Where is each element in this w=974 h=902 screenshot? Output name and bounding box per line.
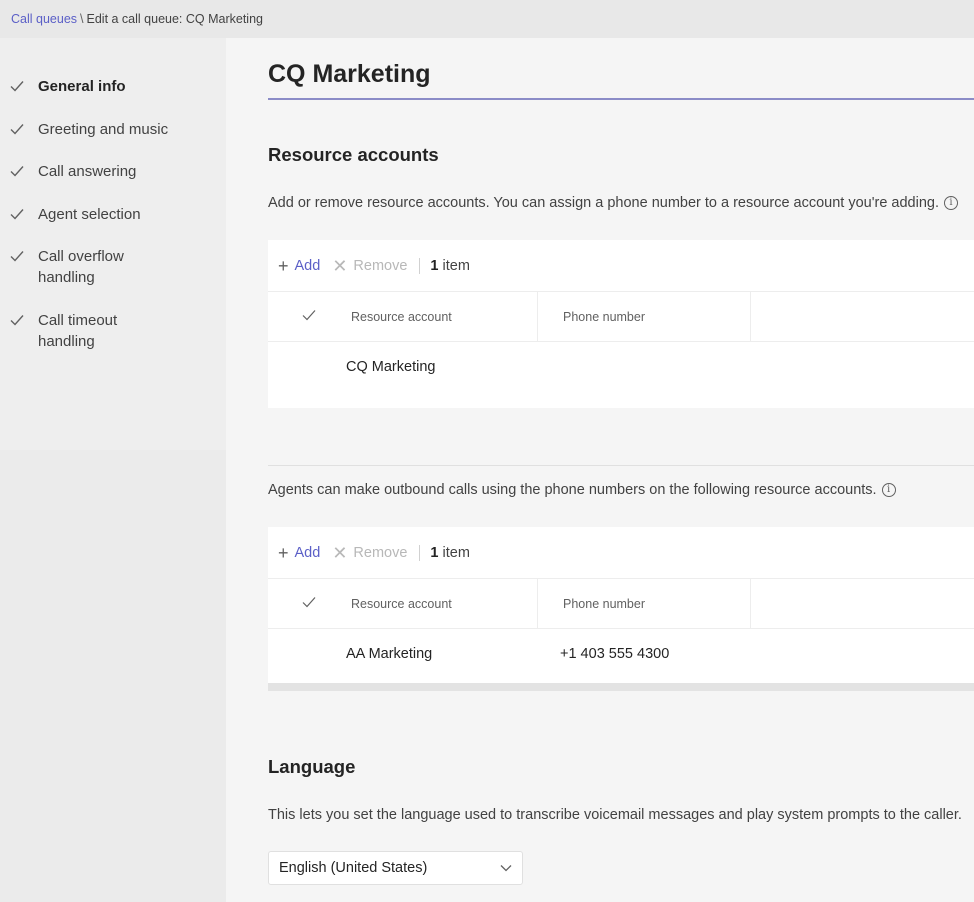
item-count-number: 1: [430, 257, 439, 274]
add-outbound-account-button[interactable]: + Add: [278, 544, 320, 562]
close-icon: ✕: [332, 542, 348, 563]
check-icon: [0, 204, 38, 220]
main-content: CQ Marketing Resource accounts Add or re…: [226, 38, 974, 902]
table-header: Resource account Phone number: [268, 579, 974, 629]
add-label: Add: [294, 257, 321, 274]
resource-accounts-table: + Add ✕ Remove 1 item Resource account P…: [268, 240, 974, 408]
sidebar-item-label: Call answering: [38, 163, 137, 180]
cell-phone-number: +1 403 555 4300: [560, 646, 670, 662]
plus-icon: +: [278, 542, 289, 563]
title-underline: [268, 98, 974, 100]
sidebar-item-call-timeout-handling[interactable]: Call timeout handling: [0, 310, 226, 352]
breadcrumb-current: Edit a call queue: CQ Marketing: [86, 12, 263, 26]
add-resource-account-button[interactable]: + Add: [278, 257, 320, 275]
column-header-phone-number[interactable]: Phone number: [563, 597, 645, 611]
check-icon: [0, 76, 38, 92]
outbound-toolbar: + Add ✕ Remove 1 item: [268, 527, 974, 579]
close-icon: ✕: [332, 255, 348, 276]
item-count-number: 1: [430, 544, 439, 561]
resource-accounts-toolbar: + Add ✕ Remove 1 item: [268, 240, 974, 292]
section-divider: [268, 465, 974, 466]
remove-outbound-account-button[interactable]: ✕ Remove: [332, 544, 407, 562]
resource-accounts-description-text: Add or remove resource accounts. You can…: [268, 195, 939, 211]
sidebar-item-label-line2: handling: [38, 269, 95, 286]
sidebar-item-label: Agent selection: [38, 206, 141, 223]
item-count-label: item: [442, 257, 470, 274]
breadcrumb-call-queues-link[interactable]: Call queues: [11, 12, 77, 26]
sidebar-item-greeting-and-music[interactable]: Greeting and music: [0, 119, 226, 140]
column-header-resource-account[interactable]: Resource account: [351, 597, 452, 611]
language-description: This lets you set the language used to t…: [268, 807, 962, 823]
column-divider: [537, 292, 538, 342]
sidebar-item-call-overflow-handling[interactable]: Call overflow handling: [0, 246, 226, 288]
column-divider: [750, 292, 751, 342]
item-count-label: item: [442, 544, 470, 561]
sidebar-item-label-line2: handling: [38, 333, 95, 350]
chevron-down-icon: [500, 864, 512, 872]
remove-resource-account-button[interactable]: ✕ Remove: [332, 257, 407, 275]
outbound-description-text: Agents can make outbound calls using the…: [268, 482, 877, 498]
table-row[interactable]: AA Marketing +1 403 555 4300: [268, 629, 974, 681]
item-count: 1 item: [430, 258, 470, 274]
select-all-check-icon[interactable]: [302, 596, 316, 611]
sidebar: General info Greeting and music Call ans…: [0, 38, 226, 902]
sidebar-item-label-line1: Call timeout: [38, 312, 118, 329]
info-icon[interactable]: i: [881, 483, 896, 497]
sidebar-item-agent-selection[interactable]: Agent selection: [0, 204, 226, 225]
plus-icon: +: [278, 255, 289, 276]
outbound-accounts-table: + Add ✕ Remove 1 item Resource account P…: [268, 527, 974, 691]
column-header-phone-number[interactable]: Phone number: [563, 310, 645, 324]
column-divider: [750, 579, 751, 629]
sidebar-nav-panel: [0, 38, 226, 450]
breadcrumb-separator: \: [80, 12, 84, 26]
sidebar-item-label: General info: [38, 78, 126, 95]
language-heading: Language: [268, 756, 356, 777]
toolbar-divider: [419, 257, 421, 274]
sidebar-item-call-answering[interactable]: Call answering: [0, 161, 226, 182]
page-title: CQ Marketing: [268, 60, 431, 88]
breadcrumb: Call queues \ Edit a call queue: CQ Mark…: [0, 0, 974, 38]
check-icon: [0, 246, 38, 262]
sidebar-item-label: Greeting and music: [38, 121, 169, 138]
remove-label: Remove: [353, 257, 408, 274]
info-icon[interactable]: i: [944, 196, 958, 210]
add-label: Add: [294, 544, 321, 561]
language-dropdown[interactable]: English (United States): [268, 851, 523, 885]
language-selected-value: English (United States): [279, 860, 428, 876]
item-count: 1 item: [430, 545, 470, 561]
resource-accounts-description: Add or remove resource accounts. You can…: [268, 195, 958, 211]
horizontal-scrollbar[interactable]: [268, 683, 974, 691]
cell-resource-account: AA Marketing: [346, 646, 433, 662]
cell-resource-account: CQ Marketing: [346, 359, 436, 375]
column-divider: [537, 579, 538, 629]
check-icon: [0, 161, 38, 177]
column-header-resource-account[interactable]: Resource account: [351, 310, 452, 324]
table-row[interactable]: CQ Marketing: [268, 342, 974, 394]
check-icon: [0, 119, 38, 135]
sidebar-item-label-line1: Call overflow: [38, 248, 124, 265]
resource-accounts-heading: Resource accounts: [268, 144, 439, 165]
select-all-check-icon[interactable]: [302, 309, 316, 324]
toolbar-divider: [419, 544, 421, 561]
sidebar-item-label: Call timeout handling: [38, 310, 117, 352]
sidebar-item-label: Call overflow handling: [38, 246, 124, 288]
remove-label: Remove: [353, 544, 408, 561]
sidebar-item-general-info[interactable]: General info: [0, 76, 226, 97]
check-icon: [0, 310, 38, 326]
table-header: Resource account Phone number: [268, 292, 974, 342]
outbound-description: Agents can make outbound calls using the…: [268, 482, 896, 498]
